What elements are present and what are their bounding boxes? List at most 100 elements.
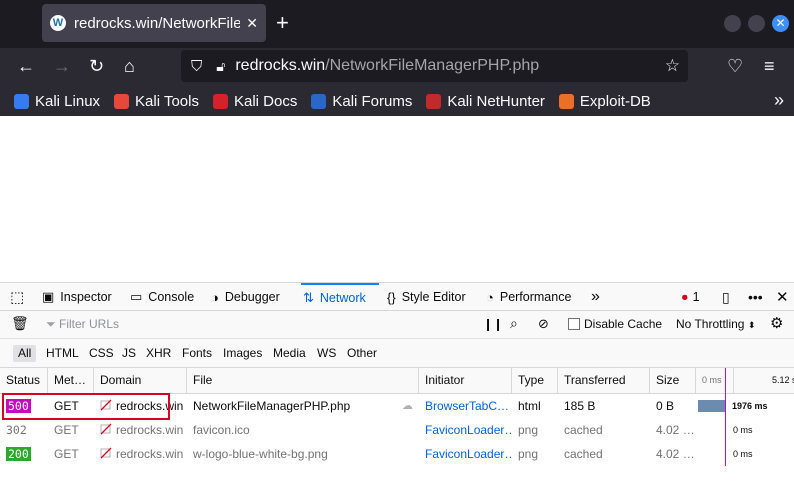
status-badge: 200 xyxy=(6,447,31,461)
filter-other[interactable]: Other xyxy=(342,345,382,362)
devtools-tab-console[interactable]: ▭ Console xyxy=(130,283,194,311)
domain-text: redrocks.win xyxy=(116,423,184,437)
devtools-tab-debugger[interactable]: ◑ Debugger xyxy=(211,283,280,311)
devtools-tab-performance[interactable]: ◔ Performance xyxy=(486,283,571,311)
bookmark-label: Kali NetHunter xyxy=(447,92,545,110)
cell-transferred: cached xyxy=(564,423,603,437)
browser-tab[interactable]: W redrocks.win/NetworkFile ✕ xyxy=(42,4,266,42)
waterfall-timing: 0 ms xyxy=(733,449,753,459)
kali-nethunter-icon xyxy=(426,93,442,109)
column-initiator[interactable]: Initiator xyxy=(419,368,512,393)
table-row[interactable]: 302 GET redrocks.win favicon.ico FaviconLoad… xyxy=(0,418,794,442)
search-icon[interactable]: ⌕ xyxy=(510,315,518,332)
filter-urls-input[interactable]: Filter URLs xyxy=(59,317,469,331)
maximize-button[interactable] xyxy=(748,15,765,32)
settings-gear-icon[interactable]: ⚙ xyxy=(770,314,783,332)
window-close-button[interactable]: ✕ xyxy=(772,15,789,32)
cell-method: GET xyxy=(54,447,79,461)
column-waterfall-start: 0 ms xyxy=(696,368,734,393)
bookmark-label: Kali Docs xyxy=(233,92,298,110)
bookmark-kali-forums[interactable]: Kali Forums xyxy=(311,93,412,110)
devtools-tab-bar: ⬚ ▣ Inspector ▭ Console ◑ Debugger ⇅ Network {} S… xyxy=(0,282,794,311)
minimize-button[interactable] xyxy=(724,15,741,32)
cell-initiator[interactable]: FaviconLoader… xyxy=(419,418,512,442)
devtools-tab-label: Inspector xyxy=(60,290,112,304)
element-picker-icon[interactable]: ⬚ xyxy=(10,283,24,311)
back-arrow-icon[interactable]: ← xyxy=(17,56,35,76)
throttling-select[interactable]: No Throttling ⬍ xyxy=(676,317,755,331)
bookmark-exploit-db[interactable]: Exploit-DB xyxy=(558,92,651,110)
dock-toggle-icon[interactable]: ▯ xyxy=(722,283,730,311)
cell-file: NetworkFileManagerPHP.php xyxy=(193,399,351,413)
bookmark-label: Exploit-DB xyxy=(579,92,651,110)
tab-title: redrocks.win/NetworkFile xyxy=(74,14,241,32)
column-file[interactable]: File xyxy=(187,368,419,393)
devtools-tab-style-editor[interactable]: {} Style Editor xyxy=(387,283,466,311)
cell-initiator[interactable]: FaviconLoader… xyxy=(419,442,512,466)
status-code: 302 xyxy=(6,423,27,437)
home-icon[interactable]: ⌂ xyxy=(124,56,135,76)
insecure-connection-icon xyxy=(100,443,112,459)
error-count[interactable]: ● 1 xyxy=(681,283,700,311)
throttling-label: No Throttling xyxy=(676,317,745,331)
filter-xhr[interactable]: XHR xyxy=(141,345,176,362)
block-icon[interactable]: ⊘ xyxy=(538,316,549,332)
exploit-db-icon xyxy=(558,93,574,109)
insecure-lock-icon[interactable]: 🔓︎ xyxy=(216,58,225,75)
reload-icon[interactable]: ↻ xyxy=(89,56,104,76)
cell-file: w-logo-blue-white-bg.png xyxy=(193,447,328,461)
cell-status: 200 xyxy=(0,442,48,466)
column-size[interactable]: Size xyxy=(650,368,696,393)
column-type[interactable]: Type xyxy=(512,368,558,393)
filter-all[interactable]: All xyxy=(13,345,37,362)
cell-size: 4.02 … xyxy=(656,423,695,437)
filter-js[interactable]: JS xyxy=(117,345,141,362)
tracker-icon: ☁ xyxy=(402,400,413,412)
url-bar[interactable]: ⛉ 🔓︎ redrocks.win/NetworkFileManagerPHP.… xyxy=(181,50,688,82)
filter-media[interactable]: Media xyxy=(268,345,311,362)
forward-arrow-icon[interactable]: → xyxy=(53,56,71,76)
kali-forums-icon xyxy=(311,93,327,109)
disable-cache-checkbox[interactable]: Disable Cache xyxy=(568,317,662,331)
new-tab-button[interactable]: + xyxy=(276,10,289,36)
trash-icon[interactable]: 🗑︎ xyxy=(11,315,29,332)
inspector-icon: ▣ xyxy=(42,289,55,304)
filter-ws[interactable]: WS xyxy=(312,345,341,362)
url-domain: redrocks.win xyxy=(235,57,326,74)
url-text[interactable]: redrocks.win/NetworkFileManagerPHP.php xyxy=(235,57,539,75)
devtools-tab-network[interactable]: ⇅ Network xyxy=(301,283,379,311)
hamburger-menu-icon[interactable]: ≡ xyxy=(764,56,775,76)
devtools-close-icon[interactable]: ✕ xyxy=(776,283,789,311)
devtools-menu-icon[interactable]: ••• xyxy=(748,283,763,311)
pocket-icon[interactable]: ♡ xyxy=(727,56,743,76)
bookmark-label: Kali Forums xyxy=(332,92,413,110)
bookmark-star-icon[interactable]: ☆ xyxy=(665,56,680,76)
column-status[interactable]: Status xyxy=(0,368,48,393)
column-domain[interactable]: Domain xyxy=(94,368,187,393)
disable-cache-label: Disable Cache xyxy=(584,317,663,331)
bookmark-kali-linux[interactable]: Kali Linux xyxy=(14,93,100,110)
filter-fonts[interactable]: Fonts xyxy=(177,345,217,362)
more-tabs-chevron-icon[interactable]: » xyxy=(591,283,600,311)
cell-initiator[interactable]: BrowserTabC… xyxy=(419,394,512,418)
devtools-tab-inspector[interactable]: ▣ Inspector xyxy=(42,283,112,311)
tab-close-icon[interactable]: ✕ xyxy=(246,15,258,32)
bookmarks-overflow-chevron-icon[interactable]: » xyxy=(774,90,784,111)
bookmark-kali-tools[interactable]: Kali Tools xyxy=(114,93,199,110)
tracking-protection-shield-icon[interactable]: ⛉ xyxy=(191,58,202,75)
bookmark-kali-nethunter[interactable]: Kali NetHunter xyxy=(426,93,545,110)
filter-css[interactable]: CSS xyxy=(84,345,119,362)
column-method[interactable]: Met… xyxy=(48,368,94,393)
table-row[interactable]: 200 GET redrocks.win w-logo-blue-white-bg.p… xyxy=(0,442,794,466)
kali-docs-icon xyxy=(212,93,228,109)
filter-images[interactable]: Images xyxy=(218,345,267,362)
filter-html[interactable]: HTML xyxy=(41,345,84,362)
bookmark-kali-docs[interactable]: Kali Docs xyxy=(212,92,298,110)
column-transferred[interactable]: Transferred xyxy=(558,368,650,393)
cell-transferred: cached xyxy=(564,447,603,461)
bookmark-label: Kali Linux xyxy=(35,92,101,110)
pause-icon[interactable]: ❙❙ xyxy=(483,317,503,331)
cell-file: favicon.ico xyxy=(193,423,250,437)
cell-domain: redrocks.win xyxy=(94,418,187,442)
devtools-tab-label: Style Editor xyxy=(401,290,466,304)
